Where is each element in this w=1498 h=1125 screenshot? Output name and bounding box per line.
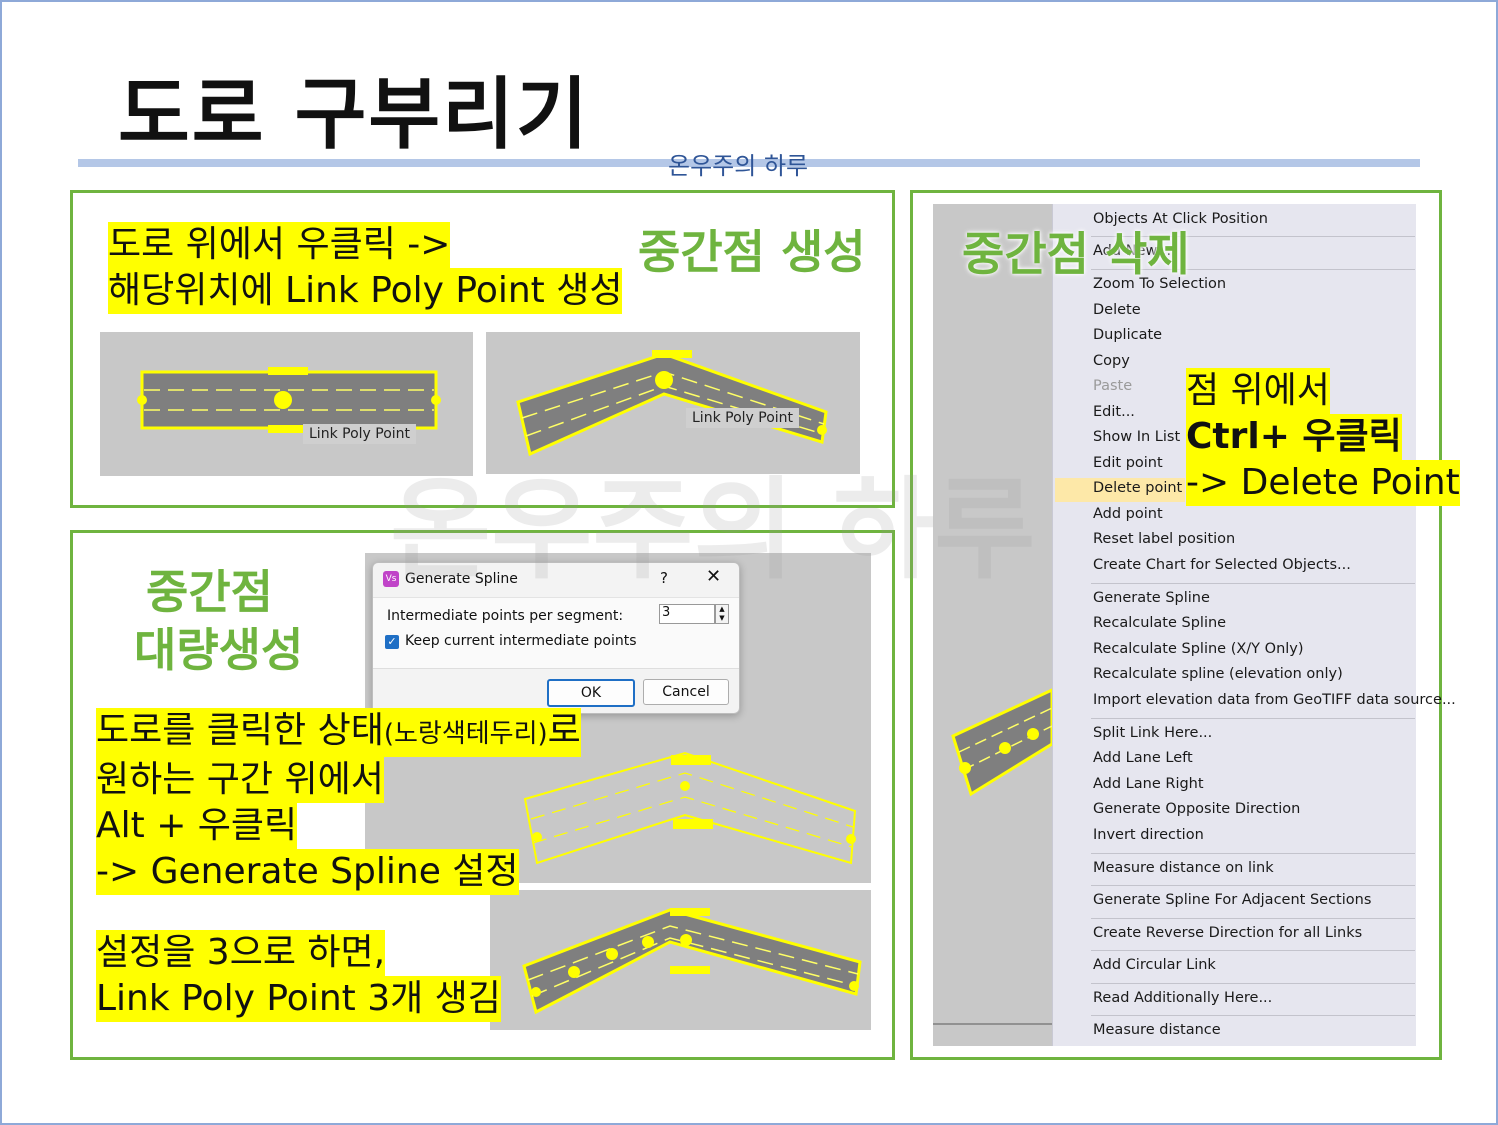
map-canvas: [933, 204, 1052, 1046]
menu-item-recalculate-spline[interactable]: Recalculate Spline: [1093, 615, 1226, 631]
menu-item-import-elevation[interactable]: Import elevation data from GeoTIFF data …: [1093, 692, 1456, 708]
poly-point-marker: [274, 391, 292, 409]
section3-heading: 중간점 삭제: [962, 227, 1190, 281]
section2-line-3: Alt + 우클릭: [96, 803, 298, 849]
section2-instructions: 도로를 클릭한 상태(노랑색테두리)로 원하는 구간 위에서 Alt + 우클릭…: [96, 708, 581, 895]
intermediate-points-label: Intermediate points per segment:: [387, 608, 624, 624]
menu-item-recalculate-spline-xy[interactable]: Recalculate Spline (X/Y Only): [1093, 641, 1304, 657]
menu-item-add-lane-left[interactable]: Add Lane Left: [1093, 750, 1193, 766]
menu-item-recalculate-spline-elevation[interactable]: Recalculate spline (elevation only): [1093, 666, 1343, 682]
section3-line-3: -> Delete Point: [1186, 460, 1460, 506]
menu-item-duplicate[interactable]: Duplicate: [1093, 327, 1162, 343]
section3-line-2: Ctrl+ 우클릭: [1186, 414, 1402, 460]
keep-points-label: Keep current intermediate points: [405, 633, 637, 649]
menu-item-split-link[interactable]: Split Link Here...: [1093, 725, 1212, 741]
section3-line-1: 점 위에서: [1186, 368, 1330, 414]
context-menu: Objects At Click Position Add New ... Zo…: [1052, 204, 1456, 1046]
spin-buttons[interactable]: ▲ ▼: [715, 604, 729, 624]
section2-line-6: Link Poly Point 3개 생김: [96, 976, 501, 1022]
menu-item-add-circular-link[interactable]: Add Circular Link: [1093, 957, 1216, 973]
menu-item-measure-distance-link[interactable]: Measure distance on link: [1093, 860, 1274, 876]
section1-line-2: 해당위치에 Link Poly Point 생성: [108, 268, 623, 314]
section1-heading: 중간점 생성: [638, 225, 866, 279]
menu-item-invert-direction[interactable]: Invert direction: [1093, 827, 1204, 843]
slide-title: 도로 구부리기: [118, 70, 590, 160]
section2-heading-line1: 중간점: [146, 565, 273, 619]
menu-item-add-point[interactable]: Add point: [1093, 506, 1163, 522]
section2-line-1: 도로를 클릭한 상태(노랑색테두리)로: [96, 708, 581, 757]
menu-item-edit-point[interactable]: Edit point: [1093, 455, 1163, 471]
menu-item-paste: Paste: [1093, 378, 1133, 394]
menu-item-create-chart[interactable]: Create Chart for Selected Objects...: [1093, 557, 1351, 573]
section2-heading-line2: 대량생성: [134, 623, 304, 677]
menu-item-show-in-list[interactable]: Show In List: [1093, 429, 1180, 445]
menu-item-read-additionally[interactable]: Read Additionally Here...: [1093, 990, 1272, 1006]
menu-item-add-lane-right[interactable]: Add Lane Right: [1093, 776, 1204, 792]
section3-instructions: 점 위에서 Ctrl+ 우클릭 -> Delete Point: [1186, 368, 1460, 506]
menu-item-delete-point[interactable]: Delete point: [1093, 480, 1182, 496]
menu-item-edit[interactable]: Edit...: [1093, 404, 1135, 420]
cancel-button[interactable]: Cancel: [643, 679, 729, 705]
menu-item-generate-opposite[interactable]: Generate Opposite Direction: [1093, 801, 1300, 817]
watermark: 온우주의 하루: [390, 466, 1036, 594]
menu-item-measure-distance[interactable]: Measure distance: [1093, 1022, 1221, 1038]
keep-points-checkbox[interactable]: ✓: [385, 635, 399, 649]
divider-caption: 온우주의 하루: [668, 152, 809, 180]
menu-item-copy[interactable]: Copy: [1093, 353, 1130, 369]
menu-item-delete[interactable]: Delete: [1093, 302, 1141, 318]
section2-line-5: 설정을 3으로 하면,: [96, 930, 386, 976]
menu-item-create-reverse[interactable]: Create Reverse Direction for all Links: [1093, 925, 1362, 941]
road-spline-screenshot: [490, 890, 871, 1030]
section2-result: 설정을 3으로 하면, Link Poly Point 3개 생김: [96, 930, 501, 1022]
menu-item-generate-spline[interactable]: Generate Spline: [1093, 590, 1210, 606]
road-fragment: [951, 688, 1052, 797]
menu-item-reset-label[interactable]: Reset label position: [1093, 531, 1235, 547]
intermediate-points-input[interactable]: 3: [659, 604, 715, 624]
section1-instructions: 도로 위에서 우클릭 -> 해당위치에 Link Poly Point 생성: [108, 222, 623, 314]
section1-line-1: 도로 위에서 우클릭 ->: [108, 222, 451, 268]
menu-item-generate-spline-adjacent[interactable]: Generate Spline For Adjacent Sections: [1093, 892, 1371, 908]
poly-point-label: Link Poly Point: [686, 408, 800, 428]
road-bent: [516, 352, 828, 457]
section2-line-2: 원하는 구간 위에서: [96, 757, 384, 803]
section2-line-4: -> Generate Spline 설정: [96, 849, 519, 895]
dialog-body: Intermediate points per segment: 3 ▲ ▼ ✓ …: [373, 597, 739, 669]
ok-button[interactable]: OK: [547, 679, 635, 707]
